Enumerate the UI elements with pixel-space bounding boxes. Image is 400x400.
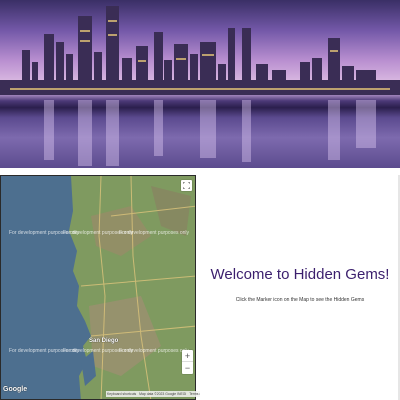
dev-watermark: For development purposes only [119,230,190,236]
zoom-out-button[interactable]: − [182,362,193,374]
map-city-label: San Diego [89,338,119,344]
google-logo[interactable]: Google [3,386,27,393]
map-widget[interactable]: For development purposes only For develo… [0,175,196,400]
dev-watermark: For development purposes only [119,348,190,354]
map-terrain[interactable] [1,176,196,400]
fullscreen-icon [183,182,190,189]
city-skyline-image [0,6,400,166]
map-data-text: Map data ©2023 Google INEGI [139,392,187,396]
keyboard-shortcuts-link[interactable]: Keyboard shortcuts [107,392,136,396]
zoom-control: + − [182,350,193,374]
fullscreen-button[interactable] [181,180,192,191]
zoom-in-button[interactable]: + [182,350,193,362]
welcome-panel: Welcome to Hidden Gems! Click the Marker… [200,175,400,400]
hero-banner [0,0,400,168]
welcome-title: Welcome to Hidden Gems! [210,266,390,283]
welcome-subtitle: Click the Marker icon on the Map to see … [235,297,365,303]
